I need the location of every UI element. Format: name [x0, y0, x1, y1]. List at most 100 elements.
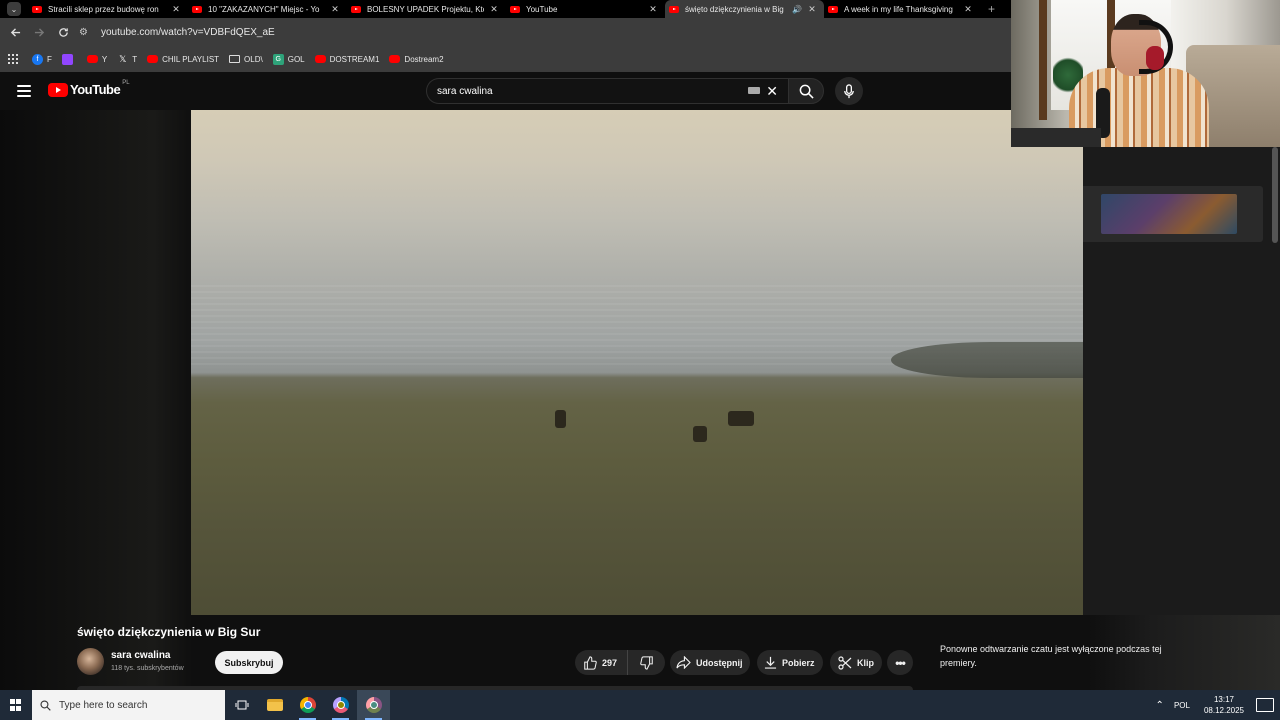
- tab-6[interactable]: A week in my life Thanksgiving ✕: [824, 0, 980, 18]
- tab-title: Stracili sklep przez budowę ron: [48, 4, 159, 14]
- clear-search-icon[interactable]: ✕: [766, 83, 778, 100]
- channel-avatar[interactable]: [77, 648, 104, 675]
- bookmark-label: T: [132, 54, 138, 64]
- close-tab-icon[interactable]: ✕: [170, 4, 182, 15]
- search-icon: [799, 84, 814, 99]
- tab-5-active[interactable]: święto dziękczynienia w Big 🔊 ✕: [665, 0, 824, 18]
- bookmark-folder-old[interactable]: OLD\: [229, 55, 263, 64]
- tab-1[interactable]: Stracili sklep przez budowę ron ✕: [28, 0, 188, 18]
- cow-figure: [728, 411, 754, 426]
- search-button[interactable]: [788, 78, 824, 104]
- page-scrollbar[interactable]: [1272, 147, 1278, 243]
- system-tray: ⌃ POL 13:17 08.12.2025: [1156, 690, 1280, 720]
- dislike-button[interactable]: [628, 650, 665, 675]
- chat-replay-disabled-note: Ponowne odtwarzanie czatu jest wyłączone…: [940, 644, 1162, 668]
- download-button[interactable]: Pobierz: [757, 650, 823, 675]
- close-tab-icon[interactable]: ✕: [488, 4, 500, 15]
- close-tab-icon[interactable]: ✕: [962, 4, 974, 15]
- taskbar-search-box[interactable]: Type here to search: [32, 690, 225, 720]
- more-dots-icon: •••: [895, 655, 906, 670]
- bookmark-label: CHIL PLAYLIST: [162, 54, 220, 64]
- search-input[interactable]: sara cwalina ✕: [426, 78, 788, 104]
- youtube-icon: [389, 55, 401, 63]
- clip-button[interactable]: Klip: [830, 650, 882, 675]
- cow-figure: [555, 410, 566, 428]
- back-arrow-icon[interactable]: [3, 20, 27, 44]
- desk: [1011, 128, 1101, 147]
- youtube-logo[interactable]: YouTube PL: [48, 80, 130, 97]
- reload-icon[interactable]: [51, 20, 75, 44]
- more-actions-button[interactable]: •••: [887, 650, 913, 675]
- bookmark-dostream2[interactable]: Dostream2: [389, 54, 444, 64]
- recommended-video-thumbnail[interactable]: [1079, 186, 1263, 242]
- apps-grid-icon[interactable]: [8, 54, 18, 64]
- close-tab-icon[interactable]: ✕: [806, 4, 818, 15]
- download-icon: [764, 656, 777, 669]
- bookmark-youtube[interactable]: Y: [86, 54, 108, 64]
- new-tab-icon[interactable]: +: [980, 2, 1003, 16]
- share-icon: [676, 656, 691, 669]
- like-count: 297: [602, 657, 618, 668]
- speaker-icon[interactable]: 🔊: [792, 5, 802, 14]
- close-tab-icon[interactable]: ✕: [647, 4, 659, 15]
- tab-title: święto dziękczynienia w Big: [685, 4, 784, 14]
- share-button[interactable]: Udostępnij: [670, 650, 750, 675]
- file-explorer-icon: [266, 699, 283, 711]
- close-tab-icon[interactable]: ✕: [329, 4, 341, 15]
- headset-earcup: [1146, 46, 1164, 70]
- clip-label: Klip: [857, 657, 874, 668]
- thumbs-up-icon: [584, 655, 597, 670]
- thumbs-down-icon: [639, 655, 653, 670]
- clock-date: 08.12.2025: [1203, 706, 1244, 715]
- twitch-icon: [61, 53, 73, 65]
- clock[interactable]: 13:17 08.12.2025: [1204, 694, 1244, 716]
- tab-search-button[interactable]: ⌄: [0, 0, 28, 18]
- facebook-icon: f: [32, 53, 43, 65]
- file-explorer-button[interactable]: [258, 690, 291, 720]
- chrome-button[interactable]: [291, 690, 324, 720]
- active-app-button[interactable]: [357, 690, 390, 720]
- window-frame: [1039, 0, 1047, 120]
- tab-4[interactable]: YouTube ✕: [506, 0, 665, 18]
- bookmark-twitch[interactable]: [61, 53, 77, 65]
- cow-figure: [693, 426, 707, 442]
- youtube-icon: [314, 55, 326, 63]
- subscriber-count: 118 tys. subskrybentów: [111, 665, 184, 672]
- address-bar[interactable]: ⚙ youtube.com/watch?v=VDBFdQEX_aE: [79, 21, 999, 43]
- voice-search-button[interactable]: [835, 77, 863, 105]
- notification-center-icon[interactable]: [1256, 698, 1274, 712]
- clock-time: 13:17: [1213, 695, 1234, 704]
- site-settings-icon[interactable]: ⚙: [79, 27, 95, 38]
- bookmark-dostream1[interactable]: DOSTREAM1: [314, 54, 380, 64]
- tab-title: YouTube: [526, 4, 558, 14]
- bookmark-x[interactable]: 𝕏 T: [117, 54, 137, 65]
- input-language[interactable]: POL: [1174, 701, 1190, 710]
- task-view-icon: [235, 700, 248, 710]
- show-hidden-icons-icon[interactable]: ⌃: [1156, 700, 1164, 711]
- bookmark-facebook[interactable]: f F: [32, 53, 52, 65]
- video-player[interactable]: [191, 110, 1083, 615]
- youtube-icon: [86, 55, 98, 63]
- forward-arrow-icon[interactable]: [27, 20, 51, 44]
- bookmark-gol[interactable]: G GOL: [272, 53, 305, 65]
- tab-3[interactable]: BOLESNY UPADEK Projektu, Któ ✕: [347, 0, 506, 18]
- subscribe-button[interactable]: Subskrybuj: [215, 651, 283, 674]
- keyboard-icon[interactable]: [748, 87, 760, 94]
- bookmark-label: Dostream2: [404, 54, 444, 64]
- youtube-favicon-icon: [32, 5, 42, 13]
- bookmark-label: Y: [101, 54, 108, 64]
- chrome-icon: [299, 697, 316, 713]
- channel-name[interactable]: sara cwalina: [111, 650, 170, 661]
- scissors-icon: [838, 655, 852, 670]
- menu-icon[interactable]: [17, 85, 31, 97]
- bookmark-label: DOSTREAM1: [329, 54, 380, 64]
- task-view-button[interactable]: [225, 690, 258, 720]
- like-button[interactable]: 297: [575, 650, 628, 675]
- youtube-icon: [147, 55, 159, 63]
- tab-title: A week in my life Thanksgiving: [844, 4, 953, 14]
- bookmark-chil-playlist[interactable]: CHIL PLAYLIST: [147, 55, 219, 64]
- chrome-profile-button[interactable]: [324, 690, 357, 720]
- search-query-text: sara cwalina: [437, 85, 493, 97]
- tab-2[interactable]: 10 "ZAKAZANYCH" Miejsc - Yo ✕: [188, 0, 347, 18]
- start-button[interactable]: [0, 690, 32, 720]
